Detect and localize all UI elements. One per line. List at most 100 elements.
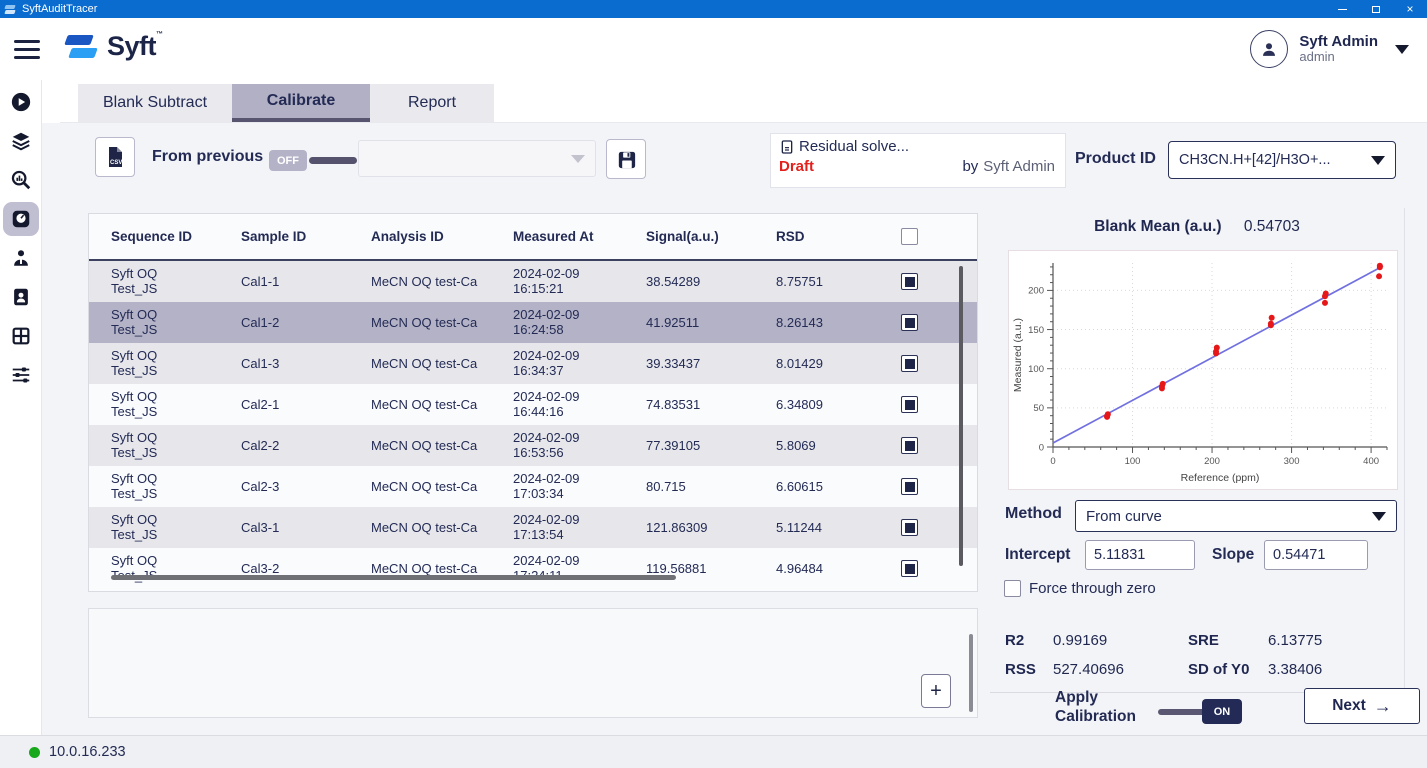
sample-id-cell: Cal3-2 bbox=[241, 561, 371, 576]
sidebar-item-play-circle[interactable] bbox=[3, 85, 39, 119]
svg-text:200: 200 bbox=[1204, 456, 1220, 467]
measured-at-cell: 2024-02-0916:44:16 bbox=[513, 390, 646, 420]
sidebar-item-settings-sliders[interactable] bbox=[3, 358, 39, 392]
sidebar-item-data-grid[interactable] bbox=[3, 319, 39, 353]
row-checkbox[interactable] bbox=[901, 560, 918, 577]
sample-id-cell: Cal3-1 bbox=[241, 520, 371, 535]
rss-value: 527.40696 bbox=[1053, 661, 1188, 678]
previous-calibration-dropdown[interactable] bbox=[358, 140, 596, 177]
svg-text:0: 0 bbox=[1050, 456, 1055, 467]
user-menu[interactable]: Syft Admin admin bbox=[1250, 30, 1409, 68]
table-row[interactable]: Syft OQ Test_JSCal2-1MeCN OQ test-Ca2024… bbox=[89, 384, 977, 425]
table-row[interactable]: Syft OQ Test_JSCal1-1MeCN OQ test-Ca2024… bbox=[89, 261, 977, 302]
maximize-icon bbox=[1372, 6, 1380, 13]
slope-label: Slope bbox=[1212, 546, 1254, 564]
row-checkbox[interactable] bbox=[901, 437, 918, 454]
minimize-button[interactable] bbox=[1325, 0, 1359, 18]
panel-scrollbar[interactable] bbox=[969, 634, 973, 712]
svg-text:150: 150 bbox=[1028, 325, 1044, 336]
table-vertical-scrollbar[interactable] bbox=[959, 266, 963, 566]
svg-text:400: 400 bbox=[1363, 456, 1379, 467]
row-checkbox[interactable] bbox=[901, 273, 918, 290]
select-all-checkbox[interactable] bbox=[901, 228, 918, 245]
export-csv-button[interactable]: CSV bbox=[95, 137, 135, 177]
signal-cell: 119.56881 bbox=[646, 561, 776, 576]
slope-field[interactable] bbox=[1264, 540, 1368, 570]
product-id-value: CH3CN.H+[42]/H3O+... bbox=[1179, 152, 1331, 168]
close-button[interactable]: × bbox=[1393, 0, 1427, 18]
operator-icon bbox=[10, 247, 32, 269]
toggle-track bbox=[309, 157, 357, 164]
row-checkbox[interactable] bbox=[901, 355, 918, 372]
document-title: Residual solve... bbox=[799, 138, 909, 155]
svg-text:200: 200 bbox=[1028, 286, 1044, 297]
tab-report[interactable]: Report bbox=[370, 84, 494, 122]
table-row[interactable]: Syft OQ Test_JSCal3-2MeCN OQ test-Ca2024… bbox=[89, 548, 977, 589]
table-horizontal-scrollbar[interactable] bbox=[111, 575, 676, 580]
table-row[interactable]: Syft OQ Test_JSCal2-2MeCN OQ test-Ca2024… bbox=[89, 425, 977, 466]
rsd-cell: 4.96484 bbox=[776, 561, 901, 576]
blank-mean-label: Blank Mean (a.u.) bbox=[1094, 218, 1221, 235]
sequence-id-cell: Syft OQ Test_JS bbox=[111, 308, 183, 338]
data-grid-icon bbox=[10, 325, 32, 347]
trademark: ™ bbox=[156, 31, 163, 38]
row-checkbox[interactable] bbox=[901, 396, 918, 413]
row-checkbox[interactable] bbox=[901, 519, 918, 536]
intercept-field[interactable] bbox=[1085, 540, 1195, 570]
table-row[interactable]: Syft OQ Test_JSCal1-3MeCN OQ test-Ca2024… bbox=[89, 343, 977, 384]
fit-statistics: R2 0.99169 SRE 6.13775 RSS 527.40696 SD … bbox=[990, 620, 1402, 693]
from-previous-label: From previous bbox=[152, 148, 263, 166]
document-author: Syft Admin bbox=[983, 158, 1055, 175]
sidebar-item-layers[interactable] bbox=[3, 124, 39, 158]
table-row[interactable]: Syft OQ Test_JSCal2-3MeCN OQ test-Ca2024… bbox=[89, 466, 977, 507]
save-button[interactable] bbox=[606, 139, 646, 179]
apply-calibration-toggle[interactable]: ON bbox=[1158, 699, 1242, 724]
syft-logo-icon bbox=[62, 32, 100, 62]
tab-calibrate[interactable]: Calibrate bbox=[232, 84, 370, 122]
document-icon bbox=[779, 139, 795, 155]
signal-cell: 80.715 bbox=[646, 479, 776, 494]
toggle-off-handle: OFF bbox=[269, 150, 307, 171]
rsd-cell: 5.11244 bbox=[776, 520, 901, 535]
sidebar-item-search-analytics[interactable] bbox=[3, 163, 39, 197]
sidebar bbox=[0, 80, 42, 735]
next-button[interactable]: Next → bbox=[1304, 688, 1420, 724]
tab-blank-subtract[interactable]: Blank Subtract bbox=[78, 84, 232, 122]
method-label: Method bbox=[1005, 505, 1062, 523]
menu-button[interactable] bbox=[14, 40, 40, 59]
search-analytics-icon bbox=[10, 169, 32, 191]
sidebar-item-operator[interactable] bbox=[3, 241, 39, 275]
table-row[interactable]: Syft OQ Test_JSCal3-1MeCN OQ test-Ca2024… bbox=[89, 507, 977, 548]
add-button[interactable]: + bbox=[921, 674, 951, 708]
sidebar-item-id-badge[interactable] bbox=[3, 280, 39, 314]
table-row[interactable]: Syft OQ Test_JSCal1-2MeCN OQ test-Ca2024… bbox=[89, 302, 977, 343]
measured-at-cell: 2024-02-0916:53:56 bbox=[513, 431, 646, 461]
from-previous-toggle[interactable]: OFF bbox=[269, 150, 357, 171]
maximize-button[interactable] bbox=[1359, 0, 1393, 18]
row-checkbox[interactable] bbox=[901, 314, 918, 331]
product-id-dropdown[interactable]: CH3CN.H+[42]/H3O+... bbox=[1168, 141, 1396, 179]
method-dropdown[interactable]: From curve bbox=[1075, 500, 1397, 532]
main-content: CSV From previous OFF bbox=[42, 123, 1427, 735]
toggle-track bbox=[1158, 709, 1206, 715]
analysis-id-cell: MeCN OQ test-Ca bbox=[371, 315, 513, 330]
rsd-cell: 8.75751 bbox=[776, 274, 901, 289]
minimize-icon bbox=[1338, 9, 1347, 10]
row-checkbox[interactable] bbox=[901, 478, 918, 495]
brand-logo: Syft™ bbox=[62, 31, 163, 62]
force-through-zero-checkbox[interactable] bbox=[1004, 580, 1021, 597]
column-header: Signal(a.u.) bbox=[646, 229, 776, 244]
sample-id-cell: Cal2-3 bbox=[241, 479, 371, 494]
signal-cell: 39.33437 bbox=[646, 356, 776, 371]
sample-id-cell: Cal1-3 bbox=[241, 356, 371, 371]
rsd-cell: 5.8069 bbox=[776, 438, 901, 453]
product-id-label: Product ID bbox=[1075, 150, 1156, 168]
blank-mean-value: 0.54703 bbox=[1244, 218, 1300, 235]
sidebar-item-calibration-scale[interactable] bbox=[3, 202, 39, 236]
force-through-zero-option[interactable]: Force through zero bbox=[1004, 580, 1156, 597]
chevron-down-icon bbox=[1371, 156, 1385, 165]
layers-icon bbox=[10, 130, 32, 152]
signal-cell: 121.86309 bbox=[646, 520, 776, 535]
toggle-on-handle: ON bbox=[1202, 699, 1242, 724]
tab-strip: Blank Subtract Calibrate Report bbox=[60, 84, 1427, 123]
